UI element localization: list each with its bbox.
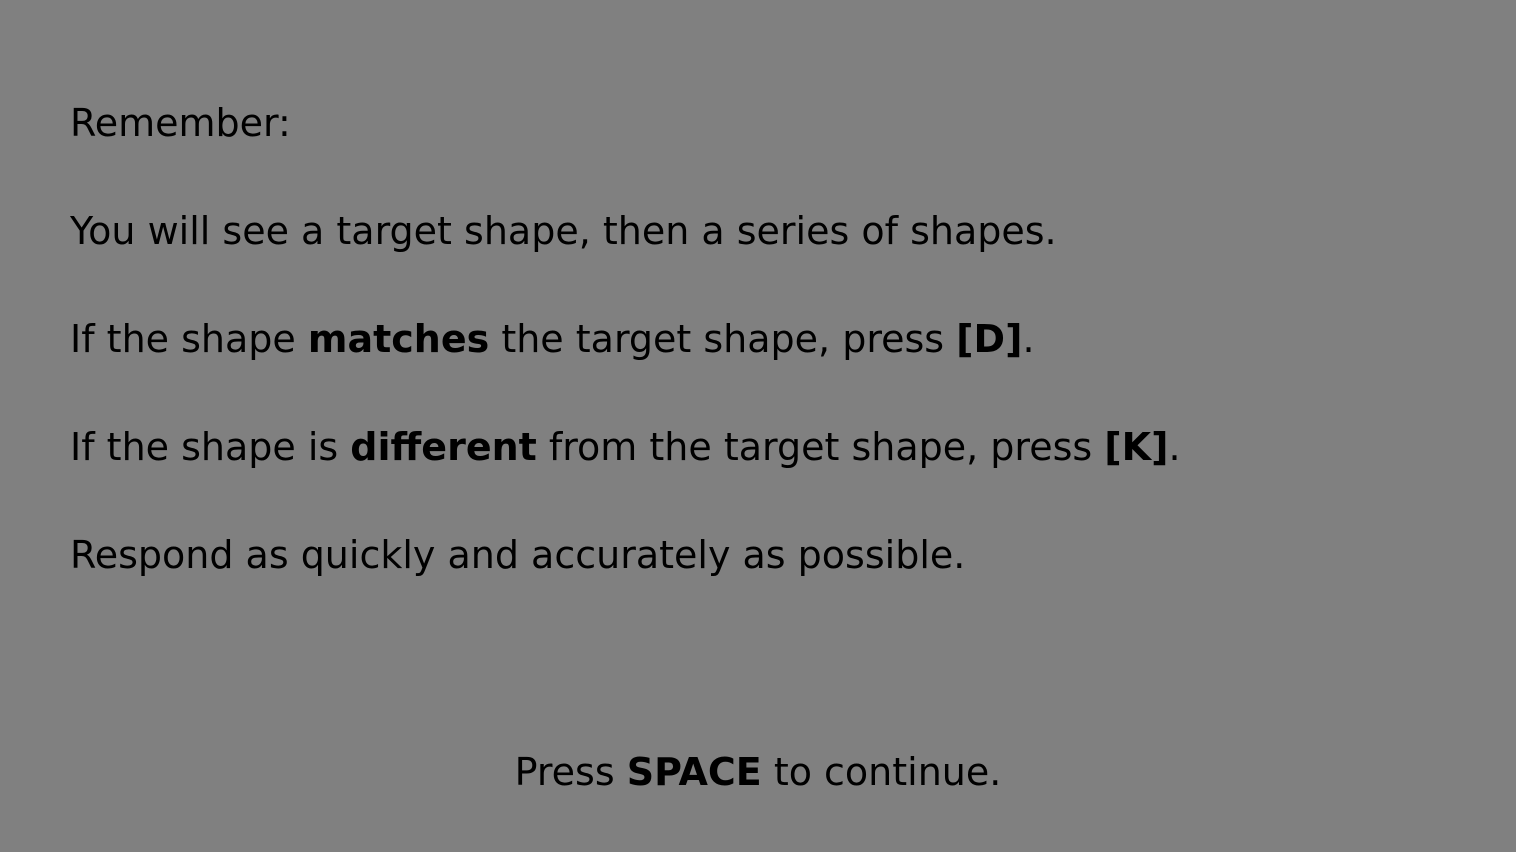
different-rule-post: . — [1168, 425, 1181, 469]
different-rule-mid: from the target shape, press — [536, 425, 1105, 469]
continue-prompt: Press SPACE to continue. — [0, 749, 1516, 795]
instruction-screen: Remember: You will see a target shape, t… — [0, 0, 1516, 852]
continue-post: to continue. — [761, 750, 1002, 794]
different-rule-keyword: different — [350, 425, 537, 469]
instruction-match-rule: If the shape matches the target shape, p… — [70, 316, 1035, 362]
continue-key: SPACE — [626, 750, 762, 794]
instruction-target-shape: You will see a target shape, then a seri… — [70, 209, 1057, 253]
instruction-different-rule: If the shape is different from the targe… — [70, 424, 1181, 470]
different-rule-pre: If the shape is — [70, 425, 351, 469]
different-rule-key: [K] — [1104, 425, 1169, 469]
continue-pre: Press — [514, 750, 627, 794]
instruction-speed-accuracy: Respond as quickly and accurately as pos… — [70, 533, 966, 577]
match-rule-keyword: matches — [307, 317, 490, 361]
match-rule-pre: If the shape — [70, 317, 308, 361]
match-rule-post: . — [1022, 317, 1035, 361]
match-rule-mid: the target shape, press — [489, 317, 957, 361]
instructions-heading: Remember: — [70, 101, 291, 145]
match-rule-key: [D] — [956, 317, 1023, 361]
